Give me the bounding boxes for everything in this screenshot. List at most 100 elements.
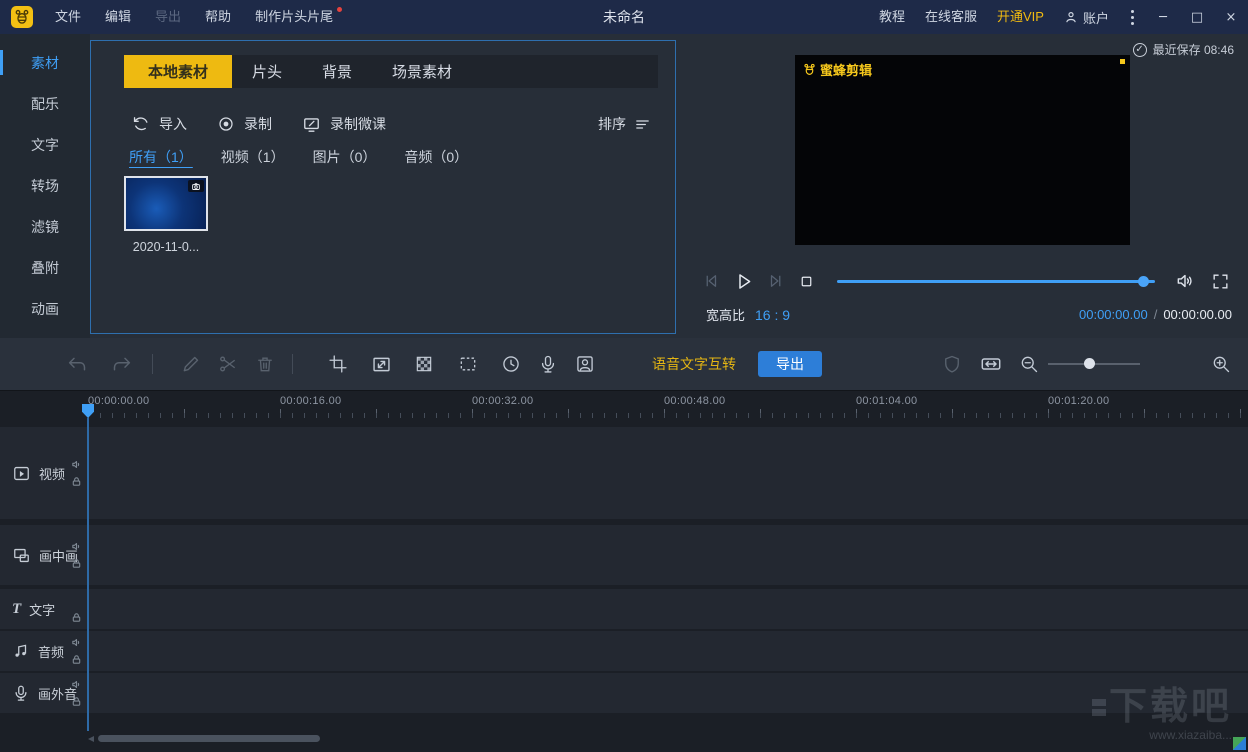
lock-track-button[interactable]	[71, 654, 82, 665]
menu-file[interactable]: 文件	[43, 0, 93, 34]
media-library-panel: 本地素材 片头 背景 场景素材 导入 录制 录制微课 排序 所有（1） 视频（1…	[90, 40, 676, 334]
export-button[interactable]: 导出	[758, 351, 822, 377]
mute-track-button[interactable]	[71, 459, 82, 470]
crop-button[interactable]	[325, 351, 351, 377]
media-item-caption: 2020-11-0...	[132, 240, 200, 254]
redo-button[interactable]	[108, 351, 134, 377]
filter-video[interactable]: 视频（1）	[221, 147, 285, 167]
camera-badge-icon	[188, 180, 204, 192]
sort-button[interactable]: 排序	[598, 114, 651, 134]
app-logo-icon[interactable]	[11, 6, 33, 28]
text-track-icon: T	[12, 600, 22, 617]
sidebar-item-overlay[interactable]: 叠附	[0, 247, 90, 288]
total-time: 00:00:00.00	[1163, 307, 1232, 322]
mute-track-button[interactable]	[71, 637, 82, 648]
zoom-out-button[interactable]	[1016, 351, 1042, 377]
sidebar-item-music[interactable]: 配乐	[0, 83, 90, 124]
sidebar-item-animation[interactable]: 动画	[0, 288, 90, 329]
edit-button[interactable]	[178, 351, 204, 377]
sidebar-item-filter[interactable]: 滤镜	[0, 206, 90, 247]
bee-icon	[804, 63, 815, 75]
lock-track-button[interactable]	[71, 476, 82, 487]
track-audio: 音频	[0, 631, 1248, 671]
prev-frame-button[interactable]	[702, 272, 720, 290]
tab-intro[interactable]: 片头	[232, 55, 302, 88]
seek-handle[interactable]	[1138, 276, 1149, 287]
mosaic-button[interactable]	[411, 351, 437, 377]
zoom-in-button[interactable]	[1208, 351, 1234, 377]
ruler-label: 00:00:48.00	[664, 395, 726, 407]
sidebar-item-text[interactable]: 文字	[0, 124, 90, 165]
import-button[interactable]: 导入	[131, 114, 187, 134]
video-track-icon	[12, 464, 31, 483]
aspect-ratio-value[interactable]: 16 : 9	[755, 307, 790, 323]
next-frame-button[interactable]	[767, 272, 785, 290]
site-watermark-url: www.xiazaiba...	[1149, 728, 1232, 742]
import-label: 导入	[159, 116, 187, 132]
voice-text-convert-button[interactable]: 语音文字互转	[652, 338, 736, 390]
stop-button[interactable]	[798, 273, 815, 290]
undo-button[interactable]	[64, 351, 90, 377]
split-button[interactable]	[215, 351, 241, 377]
filter-audio[interactable]: 音频（0）	[404, 147, 468, 167]
volume-button[interactable]	[1175, 271, 1195, 291]
menu-edit[interactable]: 编辑	[93, 0, 143, 34]
lock-track-button[interactable]	[71, 612, 82, 623]
track-video: 视频	[0, 427, 1248, 519]
pip-track-icon	[12, 546, 31, 565]
playback-time: 00:00:00.00 / 00:00:00.00	[1079, 307, 1232, 322]
portrait-button[interactable]	[572, 351, 598, 377]
media-item[interactable]: 2020-11-0...	[124, 176, 210, 254]
scroll-left-arrow[interactable]	[88, 736, 94, 742]
voice-record-button[interactable]	[535, 351, 561, 377]
site-favicon	[1233, 737, 1246, 750]
menu-make-intro-outro[interactable]: 制作片头片尾	[243, 0, 345, 34]
horizontal-scrollbar[interactable]	[98, 735, 320, 742]
sidebar-item-material[interactable]: 素材	[0, 42, 90, 83]
sidebar-item-transition[interactable]: 转场	[0, 165, 90, 206]
tab-scene-material[interactable]: 场景素材	[372, 55, 472, 88]
tab-background[interactable]: 背景	[302, 55, 372, 88]
track-video-lane	[89, 427, 1248, 519]
lock-track-button[interactable]	[71, 696, 82, 707]
record-button[interactable]: 录制	[217, 114, 272, 134]
track-text-lane	[89, 589, 1248, 629]
beecut-watermark: 蜜蜂剪辑	[803, 60, 872, 79]
filter-image[interactable]: 图片（0）	[313, 147, 377, 167]
toolbar-divider	[152, 354, 153, 374]
more-menu-button[interactable]	[1119, 9, 1146, 25]
record-lesson-button[interactable]: 录制微课	[302, 114, 386, 134]
timeline-zoom-handle[interactable]	[1084, 358, 1095, 369]
shield-button[interactable]	[939, 351, 965, 377]
preview-info-row: 宽高比 16 : 9 00:00:00.00 / 00:00:00.00	[706, 305, 1232, 324]
play-button[interactable]	[733, 271, 754, 292]
mute-track-button[interactable]	[71, 679, 82, 690]
maximize-button[interactable]: □	[1180, 0, 1214, 34]
sidebar: 素材 配乐 文字 转场 滤镜 叠附 动画	[0, 34, 90, 338]
fullscreen-button[interactable]	[1211, 272, 1230, 291]
close-button[interactable]: ×	[1214, 0, 1248, 34]
mute-track-button[interactable]	[71, 541, 82, 552]
account-button[interactable]: 账户	[1054, 8, 1119, 27]
selection-region-button[interactable]	[455, 351, 481, 377]
tab-local-material[interactable]: 本地素材	[124, 55, 233, 88]
support-link[interactable]: 在线客服	[915, 0, 987, 34]
minimize-button[interactable]: ─	[1146, 0, 1180, 34]
vip-link[interactable]: 开通VIP	[987, 0, 1054, 34]
tutorial-link[interactable]: 教程	[869, 0, 915, 34]
save-status-label: 最近保存 08:46	[1152, 43, 1234, 57]
canvas-scale-button[interactable]	[368, 351, 394, 377]
fit-timeline-button[interactable]	[978, 351, 1004, 377]
seek-slider[interactable]	[837, 269, 1155, 293]
duration-button[interactable]	[498, 351, 524, 377]
timeline-ruler[interactable]: 00:00:00.00 00:00:16.00 00:00:32.00 00:0…	[0, 391, 1248, 425]
track-audio-lane	[89, 631, 1248, 671]
track-pip-header: 画中画	[0, 525, 88, 585]
voiceover-track-icon	[12, 684, 30, 702]
lock-track-button[interactable]	[71, 558, 82, 569]
save-status: ✓ 最近保存 08:46	[1132, 41, 1234, 58]
delete-button[interactable]	[252, 351, 278, 377]
track-pip-lane	[89, 525, 1248, 585]
menu-help[interactable]: 帮助	[193, 0, 243, 34]
filter-all[interactable]: 所有（1）	[129, 147, 193, 167]
